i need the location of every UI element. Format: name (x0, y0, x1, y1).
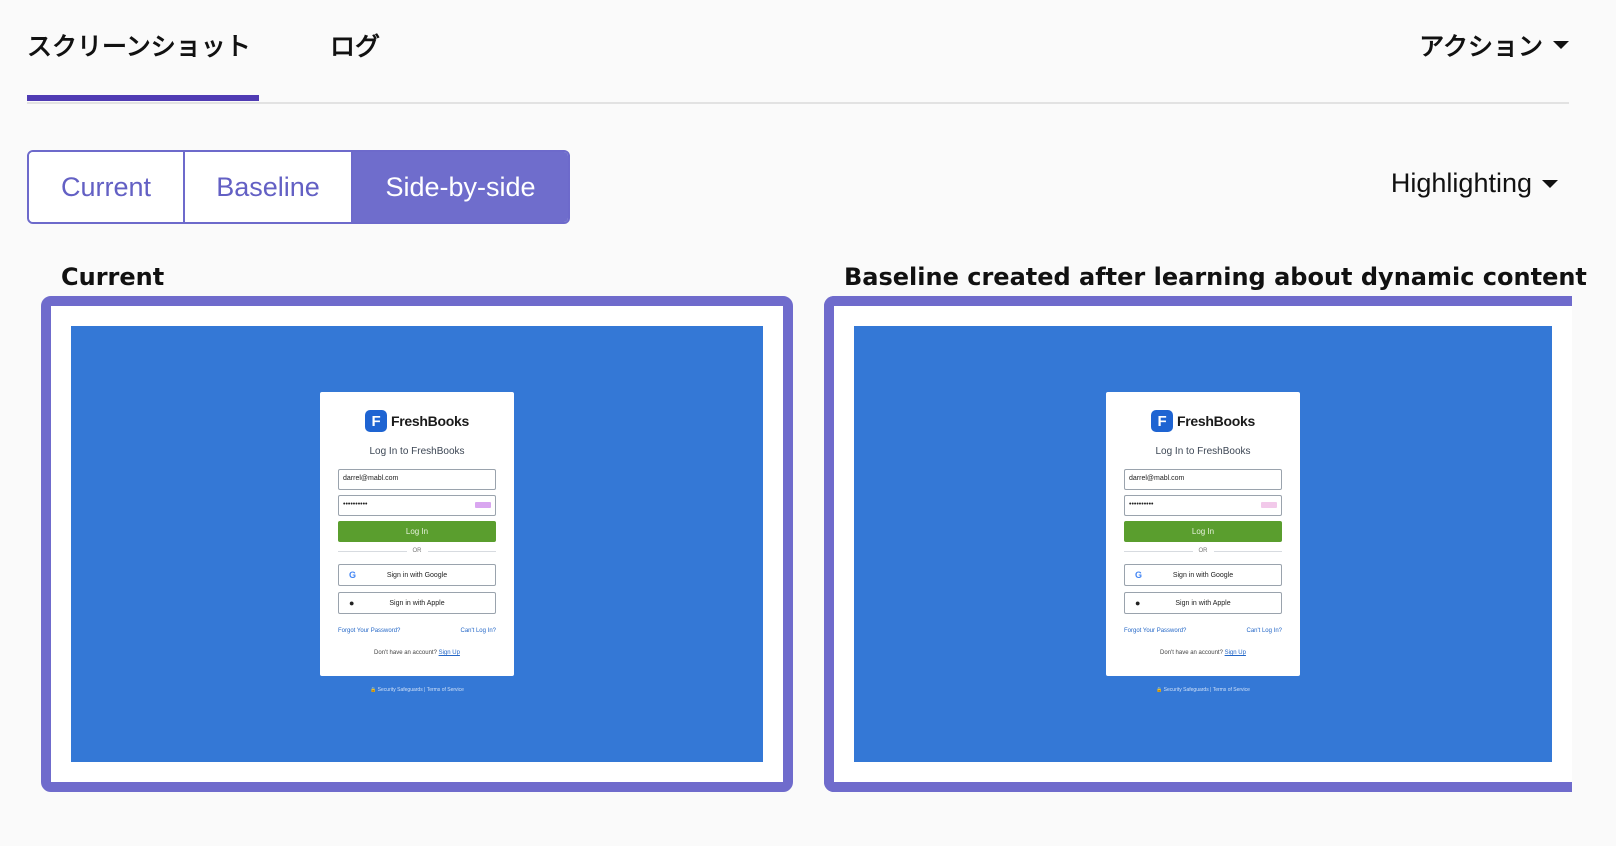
or-divider: OR (338, 546, 496, 556)
view-toggle: Current Baseline Side-by-side (27, 150, 570, 224)
top-tab-bar: スクリーンショット ログ アクション (27, 0, 1569, 104)
card-heading: Log In to FreshBooks (1155, 446, 1251, 457)
current-screenshot-pane: F FreshBooks Log In to FreshBooks darrel… (41, 296, 793, 792)
signup-link: Sign Up (438, 650, 460, 656)
login-card: F FreshBooks Log In to FreshBooks darrel… (320, 392, 514, 676)
login-button: Log In (1124, 521, 1282, 542)
password-manager-icon (475, 502, 491, 508)
help-links: Forgot Your Password? Can't Log In? (1124, 628, 1282, 634)
freshbooks-logo-icon: F (365, 410, 388, 432)
actions-label: アクション (1419, 32, 1543, 61)
password-value: •••••••••• (1129, 501, 1154, 508)
help-links: Forgot Your Password? Can't Log In? (338, 628, 496, 634)
highlighting-label: Highlighting (1390, 168, 1532, 198)
google-signin-button: G Sign in with Google (338, 564, 496, 586)
password-field: •••••••••• (1124, 495, 1282, 516)
highlighting-dropdown[interactable]: Highlighting (1391, 168, 1558, 199)
tab-log[interactable]: ログ (330, 27, 380, 63)
or-label: OR (1198, 548, 1208, 554)
baseline-screenshot-pane: F FreshBooks Log In to FreshBooks darrel… (824, 296, 1572, 792)
password-value: •••••••••• (343, 501, 368, 508)
tab-screenshot[interactable]: スクリーンショット (27, 27, 259, 101)
screenshot-footer: 🔒 Security Safeguards | Terms of Service (370, 687, 464, 693)
caret-down-icon (1553, 41, 1569, 49)
baseline-pane-title: Baseline created after learning about dy… (844, 263, 1587, 291)
toggle-side-by-side[interactable]: Side-by-side (351, 152, 568, 222)
freshbooks-logo: F FreshBooks (1106, 410, 1300, 432)
screenshot-image: F FreshBooks Log In to FreshBooks darrel… (71, 326, 763, 762)
password-manager-icon (1261, 502, 1277, 508)
login-card: F FreshBooks Log In to FreshBooks darrel… (1106, 392, 1300, 676)
cant-login-link: Can't Log In? (1246, 628, 1282, 634)
actions-dropdown[interactable]: アクション (1419, 27, 1569, 63)
current-pane-title: Current (61, 263, 165, 291)
google-icon: G (349, 570, 357, 580)
toggle-current[interactable]: Current (29, 152, 183, 222)
logo-text: FreshBooks (391, 413, 469, 429)
toggle-baseline[interactable]: Baseline (183, 152, 351, 222)
signup-link: Sign Up (1224, 650, 1246, 656)
no-account-text: Don't have an account? (1160, 650, 1223, 656)
apple-icon: ● (1135, 598, 1141, 608)
card-heading: Log In to FreshBooks (369, 446, 465, 457)
screenshot-image: F FreshBooks Log In to FreshBooks darrel… (854, 326, 1552, 762)
google-signin-button: G Sign in with Google (1124, 564, 1282, 586)
apple-signin-button: ● Sign in with Apple (338, 592, 496, 614)
forgot-password-link: Forgot Your Password? (1124, 628, 1187, 634)
password-field: •••••••••• (338, 495, 496, 516)
google-label: Sign in with Google (1172, 571, 1234, 579)
or-divider: OR (1124, 546, 1282, 556)
email-field: darrel@mabl.com (1124, 469, 1282, 490)
apple-label: Sign in with Apple (389, 599, 445, 607)
or-label: OR (412, 548, 422, 554)
email-field: darrel@mabl.com (338, 469, 496, 490)
login-button: Log In (338, 521, 496, 542)
apple-label: Sign in with Apple (1175, 599, 1231, 607)
caret-down-icon (1542, 179, 1558, 188)
freshbooks-logo-icon: F (1151, 410, 1174, 432)
apple-signin-button: ● Sign in with Apple (1124, 592, 1282, 614)
freshbooks-logo: F FreshBooks (320, 410, 514, 432)
screenshot-footer: 🔒 Security Safeguards | Terms of Service (1156, 687, 1250, 693)
google-label: Sign in with Google (386, 571, 448, 579)
google-icon: G (1135, 570, 1143, 580)
cant-login-link: Can't Log In? (460, 628, 496, 634)
logo-text: FreshBooks (1177, 413, 1255, 429)
no-account-text: Don't have an account? (374, 650, 437, 656)
forgot-password-link: Forgot Your Password? (338, 628, 401, 634)
apple-icon: ● (349, 598, 355, 608)
signup-row: Don't have an account? Sign Up (1106, 650, 1300, 656)
signup-row: Don't have an account? Sign Up (320, 650, 514, 656)
